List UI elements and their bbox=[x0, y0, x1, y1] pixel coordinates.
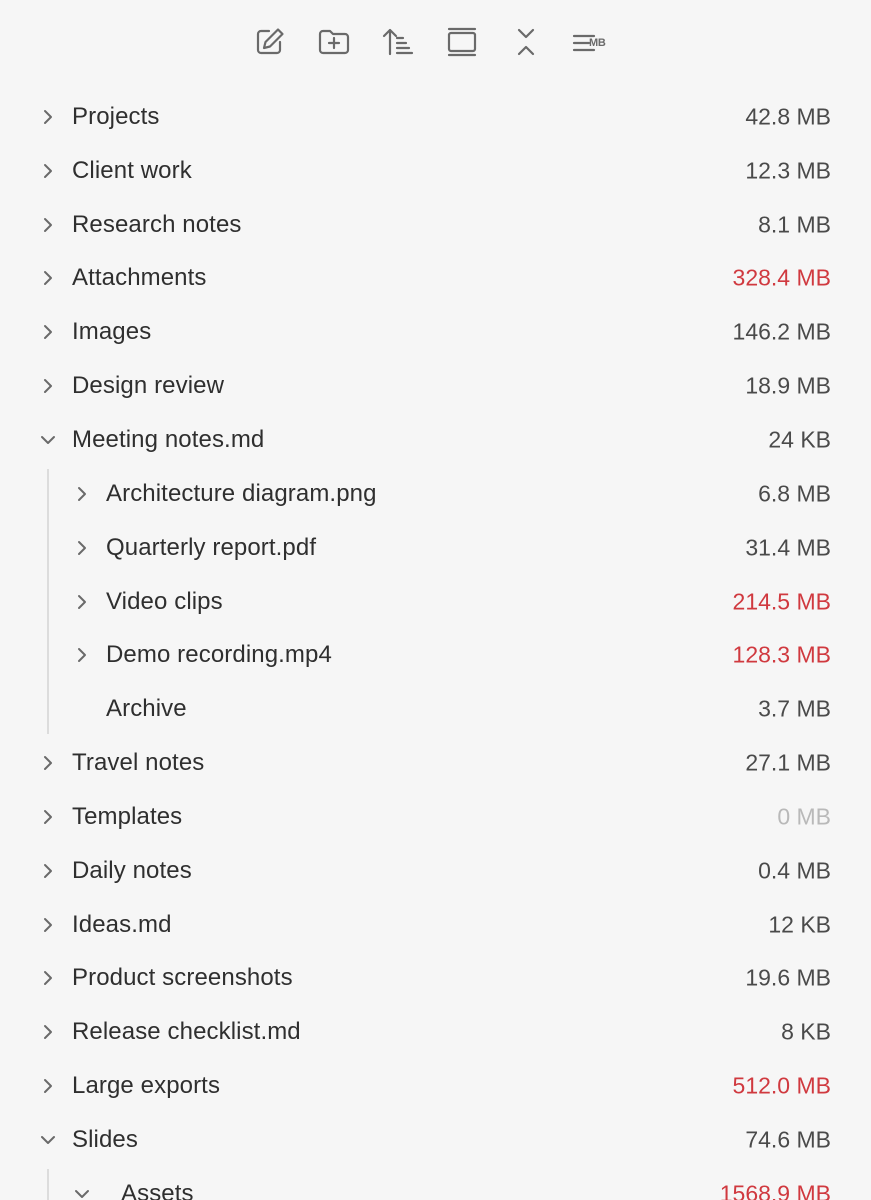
tree-item[interactable]: Product screenshots 19.6 MB bbox=[0, 952, 871, 1006]
tree-item-size: 512.0 MB bbox=[732, 1072, 831, 1099]
tree-item-label: Archive bbox=[106, 695, 187, 723]
tree-item-size: 31.4 MB bbox=[745, 534, 831, 561]
tree-item-size: 12.3 MB bbox=[745, 157, 831, 184]
tree-item-label: Release checklist.md bbox=[72, 1018, 301, 1046]
tree-item-size: 42.8 MB bbox=[745, 103, 831, 130]
chevron-down-icon[interactable] bbox=[40, 1132, 56, 1148]
tree-item-size: 27.1 MB bbox=[745, 749, 831, 776]
chevron-right-icon[interactable] bbox=[40, 1078, 56, 1094]
tree-item-label: Product screenshots bbox=[72, 964, 293, 992]
tree-item-size: 146.2 MB bbox=[732, 318, 831, 345]
tree-item-label: Assets bbox=[121, 1179, 194, 1200]
tree-item-label: Meeting notes.md bbox=[72, 425, 265, 453]
explorer-toolbar: MB bbox=[0, 22, 871, 62]
tree-item[interactable]: Templates 0 MB bbox=[0, 790, 871, 844]
mb-badge: MB bbox=[589, 37, 606, 49]
tree-item-size: 74.6 MB bbox=[745, 1126, 831, 1153]
tree-child-item[interactable]: Demo recording.mp4 128.3 MB bbox=[0, 628, 871, 682]
tree-item-label: Images bbox=[72, 318, 152, 346]
chevron-right-icon[interactable] bbox=[40, 217, 56, 233]
tree-item-size: 0.4 MB bbox=[758, 857, 831, 884]
tree-item-size: 18.9 MB bbox=[745, 372, 831, 399]
chevron-right-icon[interactable] bbox=[40, 109, 56, 125]
tree-item[interactable]: Release checklist.md 8 KB bbox=[0, 1005, 871, 1059]
tree-item-size: 3.7 MB bbox=[758, 695, 831, 722]
panel-icon bbox=[444, 24, 480, 60]
tree-item-label: Large exports bbox=[72, 1072, 221, 1100]
tree-item[interactable]: Images 146.2 MB bbox=[0, 305, 871, 359]
tree-item-label: Travel notes bbox=[72, 749, 205, 777]
tree-item-label: Projects bbox=[72, 102, 160, 130]
chevron-right-icon[interactable] bbox=[40, 1024, 56, 1040]
tree-item[interactable]: Meeting notes.md 24 KB bbox=[0, 413, 871, 467]
tree-item-label: Client work bbox=[72, 156, 192, 184]
chevron-right-icon[interactable] bbox=[40, 378, 56, 394]
sort-ascending-icon bbox=[380, 24, 416, 60]
tree-item-label: Templates bbox=[72, 802, 183, 830]
tree-item-label: Design review bbox=[72, 372, 225, 400]
chevron-right-icon[interactable] bbox=[40, 970, 56, 986]
chevron-right-icon[interactable] bbox=[40, 270, 56, 286]
tree-item[interactable]: Daily notes 0.4 MB bbox=[0, 844, 871, 898]
chevron-right-icon[interactable] bbox=[74, 486, 90, 502]
chevron-right-icon[interactable] bbox=[74, 594, 90, 610]
chevron-right-icon[interactable] bbox=[74, 647, 90, 663]
tree-item-size: 0 MB bbox=[777, 803, 831, 830]
tree-item-size: 19.6 MB bbox=[745, 964, 831, 991]
tree-item[interactable]: Research notes 8.1 MB bbox=[0, 198, 871, 252]
tree-child-item[interactable]: Archive 3.7 MB bbox=[0, 682, 871, 736]
collapse-all-button[interactable] bbox=[506, 22, 546, 62]
tree-child-item[interactable]: Video clips 214.5 MB bbox=[0, 575, 871, 629]
chevron-down-icon[interactable] bbox=[40, 432, 56, 448]
tree-item[interactable]: Travel notes 27.1 MB bbox=[0, 736, 871, 790]
tree-item-label: Architecture diagram.png bbox=[106, 479, 377, 507]
tree-item-size: 24 KB bbox=[768, 426, 831, 453]
tree-item-size: 128.3 MB bbox=[732, 641, 831, 668]
tree-child-item[interactable]: Assets 1568.9 MB bbox=[0, 1167, 871, 1200]
tree-item-size: 8 KB bbox=[781, 1018, 831, 1045]
tree-item[interactable]: Client work 12.3 MB bbox=[0, 144, 871, 198]
new-note-button[interactable] bbox=[250, 22, 290, 62]
tree-item-label: Video clips bbox=[106, 587, 223, 615]
tree-item-label: Quarterly report.pdf bbox=[106, 533, 317, 561]
tree-item-size: 12 KB bbox=[768, 911, 831, 938]
tree-item-label: Daily notes bbox=[72, 856, 192, 884]
sort-button[interactable] bbox=[378, 22, 418, 62]
chevron-right-icon[interactable] bbox=[40, 324, 56, 340]
chevron-right-icon[interactable] bbox=[40, 755, 56, 771]
tree-item-label: Demo recording.mp4 bbox=[106, 641, 332, 669]
tree-item-size: 8.1 MB bbox=[758, 211, 831, 238]
tree-item-label: Ideas.md bbox=[72, 910, 172, 938]
size-display-button[interactable]: MB bbox=[572, 22, 612, 62]
chevron-right-icon[interactable] bbox=[40, 809, 56, 825]
file-explorer-pane: MB Projects 42.8 MB Client work 12.3 MB Rese… bbox=[0, 0, 871, 1200]
tree-item[interactable]: Projects 42.8 MB bbox=[0, 90, 871, 144]
chevron-right-icon[interactable] bbox=[40, 917, 56, 933]
tree-child-item[interactable]: Architecture diagram.png 6.8 MB bbox=[0, 467, 871, 521]
tree-item[interactable]: Large exports 512.0 MB bbox=[0, 1059, 871, 1113]
tree-item-label: Attachments bbox=[72, 264, 207, 292]
chevron-right-icon[interactable] bbox=[40, 163, 56, 179]
new-folder-button[interactable] bbox=[314, 22, 354, 62]
tree-item[interactable]: Ideas.md 12 KB bbox=[0, 898, 871, 952]
tree-item-label: Slides bbox=[72, 1125, 138, 1153]
chevron-right-icon[interactable] bbox=[74, 540, 90, 556]
list-mb-icon: MB bbox=[572, 24, 612, 60]
collapse-icon bbox=[508, 24, 544, 60]
tree-item-label: Research notes bbox=[72, 210, 242, 238]
tree-child-item[interactable]: Quarterly report.pdf 31.4 MB bbox=[0, 521, 871, 575]
tree-item-size: 328.4 MB bbox=[732, 264, 831, 291]
file-tree: Projects 42.8 MB Client work 12.3 MB Researc… bbox=[0, 90, 871, 1200]
toggle-view-button[interactable] bbox=[442, 22, 482, 62]
pencil-square-icon bbox=[252, 24, 288, 60]
tree-item[interactable]: Slides 74.6 MB bbox=[0, 1113, 871, 1167]
tree-item-size: 6.8 MB bbox=[758, 480, 831, 507]
tree-item-size: 214.5 MB bbox=[732, 588, 831, 615]
tree-item[interactable]: Design review 18.9 MB bbox=[0, 359, 871, 413]
folder-plus-icon bbox=[316, 24, 352, 60]
chevron-right-icon[interactable] bbox=[40, 863, 56, 879]
tree-item[interactable]: Attachments 328.4 MB bbox=[0, 252, 871, 306]
tree-item-size: 1568.9 MB bbox=[719, 1180, 831, 1200]
chevron-down-icon[interactable] bbox=[74, 1186, 90, 1200]
